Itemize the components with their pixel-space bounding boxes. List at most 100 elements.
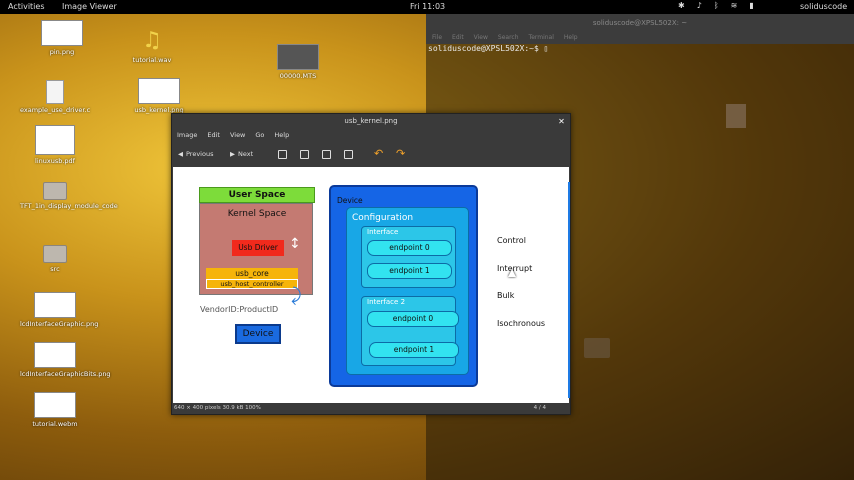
- terminal-menu-view[interactable]: View: [474, 32, 488, 44]
- desktop-icon-tutorial-webm[interactable]: tutorial.webm: [20, 392, 90, 428]
- wifi-icon[interactable]: ≋: [731, 1, 738, 10]
- desktop-icon-lcd-graphic[interactable]: lcdInterfaceGraphic.png: [20, 292, 99, 328]
- device-panel-label: Device: [337, 196, 363, 205]
- configuration-box: Configuration Interface endpoint 0 endpo…: [346, 207, 469, 375]
- document-icon: [46, 80, 64, 104]
- viewer-toolbar: ◀ Previous ▶ Next ↶ ↷: [172, 142, 570, 166]
- bluetooth-icon[interactable]: ✱: [678, 1, 685, 10]
- app-menu[interactable]: Image Viewer: [62, 2, 117, 11]
- viewer-statusbar: 640 × 400 pixels 30.9 kB 100% 4 / 4: [172, 403, 570, 414]
- image-info: 640 × 400 pixels 30.9 kB 100%: [174, 405, 261, 411]
- desktop-icon-label: tutorial.wav: [132, 56, 172, 64]
- configuration-label: Configuration: [352, 213, 414, 223]
- bluetooth-icon[interactable]: ᛒ: [714, 1, 719, 10]
- desktop-icon-usb-kernel[interactable]: usb_kernel.png: [124, 78, 194, 114]
- next-button[interactable]: ▶ Next: [230, 147, 253, 161]
- desktop-icon-label: TFT_1in_display_module_code: [20, 202, 118, 210]
- endpoint-box: endpoint 0: [367, 311, 459, 327]
- system-tray[interactable]: ✱ ♪ ᛒ ≋ ▮: [678, 1, 754, 10]
- terminal-file-icon[interactable]: [726, 104, 746, 128]
- volume-icon[interactable]: ♪: [697, 1, 702, 10]
- endpoint-box: endpoint 0: [367, 240, 452, 256]
- image-file-icon: [34, 342, 76, 368]
- close-icon[interactable]: ✕: [556, 116, 567, 127]
- top-bar: Activities Image Viewer Fri 11:03 ✱ ♪ ᛒ …: [0, 0, 854, 14]
- desktop-icon-tutorial-wav[interactable]: ♫ tutorial.wav: [117, 28, 187, 64]
- menu-go[interactable]: Go: [255, 129, 264, 141]
- video-file-icon: [34, 392, 76, 418]
- arrow-updown-icon: ↕: [289, 236, 301, 252]
- desktop-icon-label: linuxusb.pdf: [35, 157, 75, 165]
- transfer-type-label: Control: [497, 236, 526, 245]
- rotate-right-icon[interactable]: ↷: [396, 147, 405, 160]
- curved-arrow-icon: ⤸: [291, 285, 302, 306]
- image-canvas[interactable]: User Space Kernel Space Usb Driver ↕ usb…: [173, 167, 569, 403]
- music-note-icon: ♫: [142, 28, 162, 53]
- viewer-menubar: Image Edit View Go Help: [172, 129, 570, 141]
- clock[interactable]: Fri 11:03: [410, 2, 445, 11]
- image-viewer-window[interactable]: usb_kernel.png ✕ Image Edit View Go Help…: [171, 113, 571, 415]
- desktop-icon-tft-folder[interactable]: TFT_1in_display_module_code: [20, 182, 118, 210]
- arrow-left-icon: ◀: [178, 150, 183, 158]
- terminal-menubar: File Edit View Search Terminal Help: [426, 32, 854, 44]
- zoom-fit-icon[interactable]: [344, 150, 353, 159]
- menu-view[interactable]: View: [230, 129, 245, 141]
- next-label: Next: [238, 150, 254, 158]
- desktop-icon-src-folder[interactable]: src: [20, 245, 90, 273]
- vendor-product-label: VendorID:ProductID: [200, 305, 279, 314]
- terminal-menu-help[interactable]: Help: [564, 32, 578, 44]
- desktop-icon-linuxusb-pdf[interactable]: linuxusb.pdf: [20, 125, 90, 165]
- image-file-icon: [41, 20, 83, 46]
- transfer-type-label: Isochronous: [497, 319, 546, 328]
- terminal-menu-edit[interactable]: Edit: [452, 32, 464, 44]
- interface-1-box: Interface endpoint 0 endpoint 1: [361, 226, 456, 288]
- folder-icon: [43, 182, 67, 200]
- terminal-prompt: soliduscode@XPSL502X:~$: [428, 44, 544, 53]
- terminal-menu-search[interactable]: Search: [498, 32, 519, 44]
- endpoint-box: endpoint 1: [369, 342, 459, 358]
- terminal-cursor: ▯: [543, 44, 549, 53]
- desktop-icon-pin[interactable]: pin.png: [27, 20, 97, 56]
- image-file-icon: [34, 292, 76, 318]
- pdf-file-icon: [35, 125, 75, 155]
- desktop-icon-label: lcdInterfaceGraphic.png: [20, 320, 99, 328]
- previous-label: Previous: [186, 150, 214, 158]
- usb-host-controller-box: usb_host_controller: [206, 279, 298, 289]
- desktop-icon-label: pin.png: [49, 48, 75, 56]
- desktop-icon-example-c[interactable]: example_use_driver.c: [20, 80, 90, 114]
- zoom-in-icon[interactable]: [278, 150, 287, 159]
- interface-1-label: Interface: [367, 228, 399, 236]
- desktop-icon-label: example_use_driver.c: [20, 106, 91, 114]
- user-menu[interactable]: soliduscode: [800, 2, 847, 11]
- user-space-box: User Space: [199, 187, 315, 203]
- battery-icon[interactable]: ▮: [749, 1, 753, 10]
- viewer-title[interactable]: usb_kernel.png: [172, 114, 570, 129]
- zoom-out-icon[interactable]: [300, 150, 309, 159]
- usb-core-box: usb_core: [206, 268, 298, 279]
- menu-edit[interactable]: Edit: [207, 129, 220, 141]
- zoom-normal-icon[interactable]: [322, 150, 331, 159]
- endpoint-box: endpoint 1: [367, 263, 452, 279]
- desktop-icon-video-mts[interactable]: 00000.MTS: [263, 44, 333, 80]
- menu-help[interactable]: Help: [274, 129, 289, 141]
- usb-driver-box: Usb Driver: [232, 240, 284, 256]
- rotate-left-icon[interactable]: ↶: [374, 147, 383, 160]
- video-file-icon: [277, 44, 319, 70]
- terminal-menu-file[interactable]: File: [432, 32, 442, 44]
- desktop-icon-lcd-graphic-bits[interactable]: lcdInterfaceGraphicBits.png: [20, 342, 111, 378]
- terminal-title[interactable]: soliduscode@XPSL502X: ~: [426, 14, 854, 32]
- desktop-icon-label: lcdInterfaceGraphicBits.png: [20, 370, 111, 378]
- terminal-folder-icon[interactable]: [584, 338, 610, 358]
- previous-button[interactable]: ◀ Previous: [178, 147, 213, 161]
- vertical-scrollbar[interactable]: [568, 182, 570, 398]
- activities-button[interactable]: Activities: [8, 2, 45, 11]
- menu-image[interactable]: Image: [177, 129, 197, 141]
- arrow-right-icon: ▶: [230, 150, 235, 158]
- device-box: Device: [235, 324, 281, 344]
- terminal-menu-terminal[interactable]: Terminal: [529, 32, 554, 44]
- image-file-icon: [138, 78, 180, 104]
- desktop-icon-label: src: [50, 265, 60, 273]
- page-counter: 4 / 4: [533, 405, 546, 411]
- desktop-icon-label: 00000.MTS: [279, 72, 317, 80]
- kernel-space-label: Kernel Space: [227, 209, 287, 219]
